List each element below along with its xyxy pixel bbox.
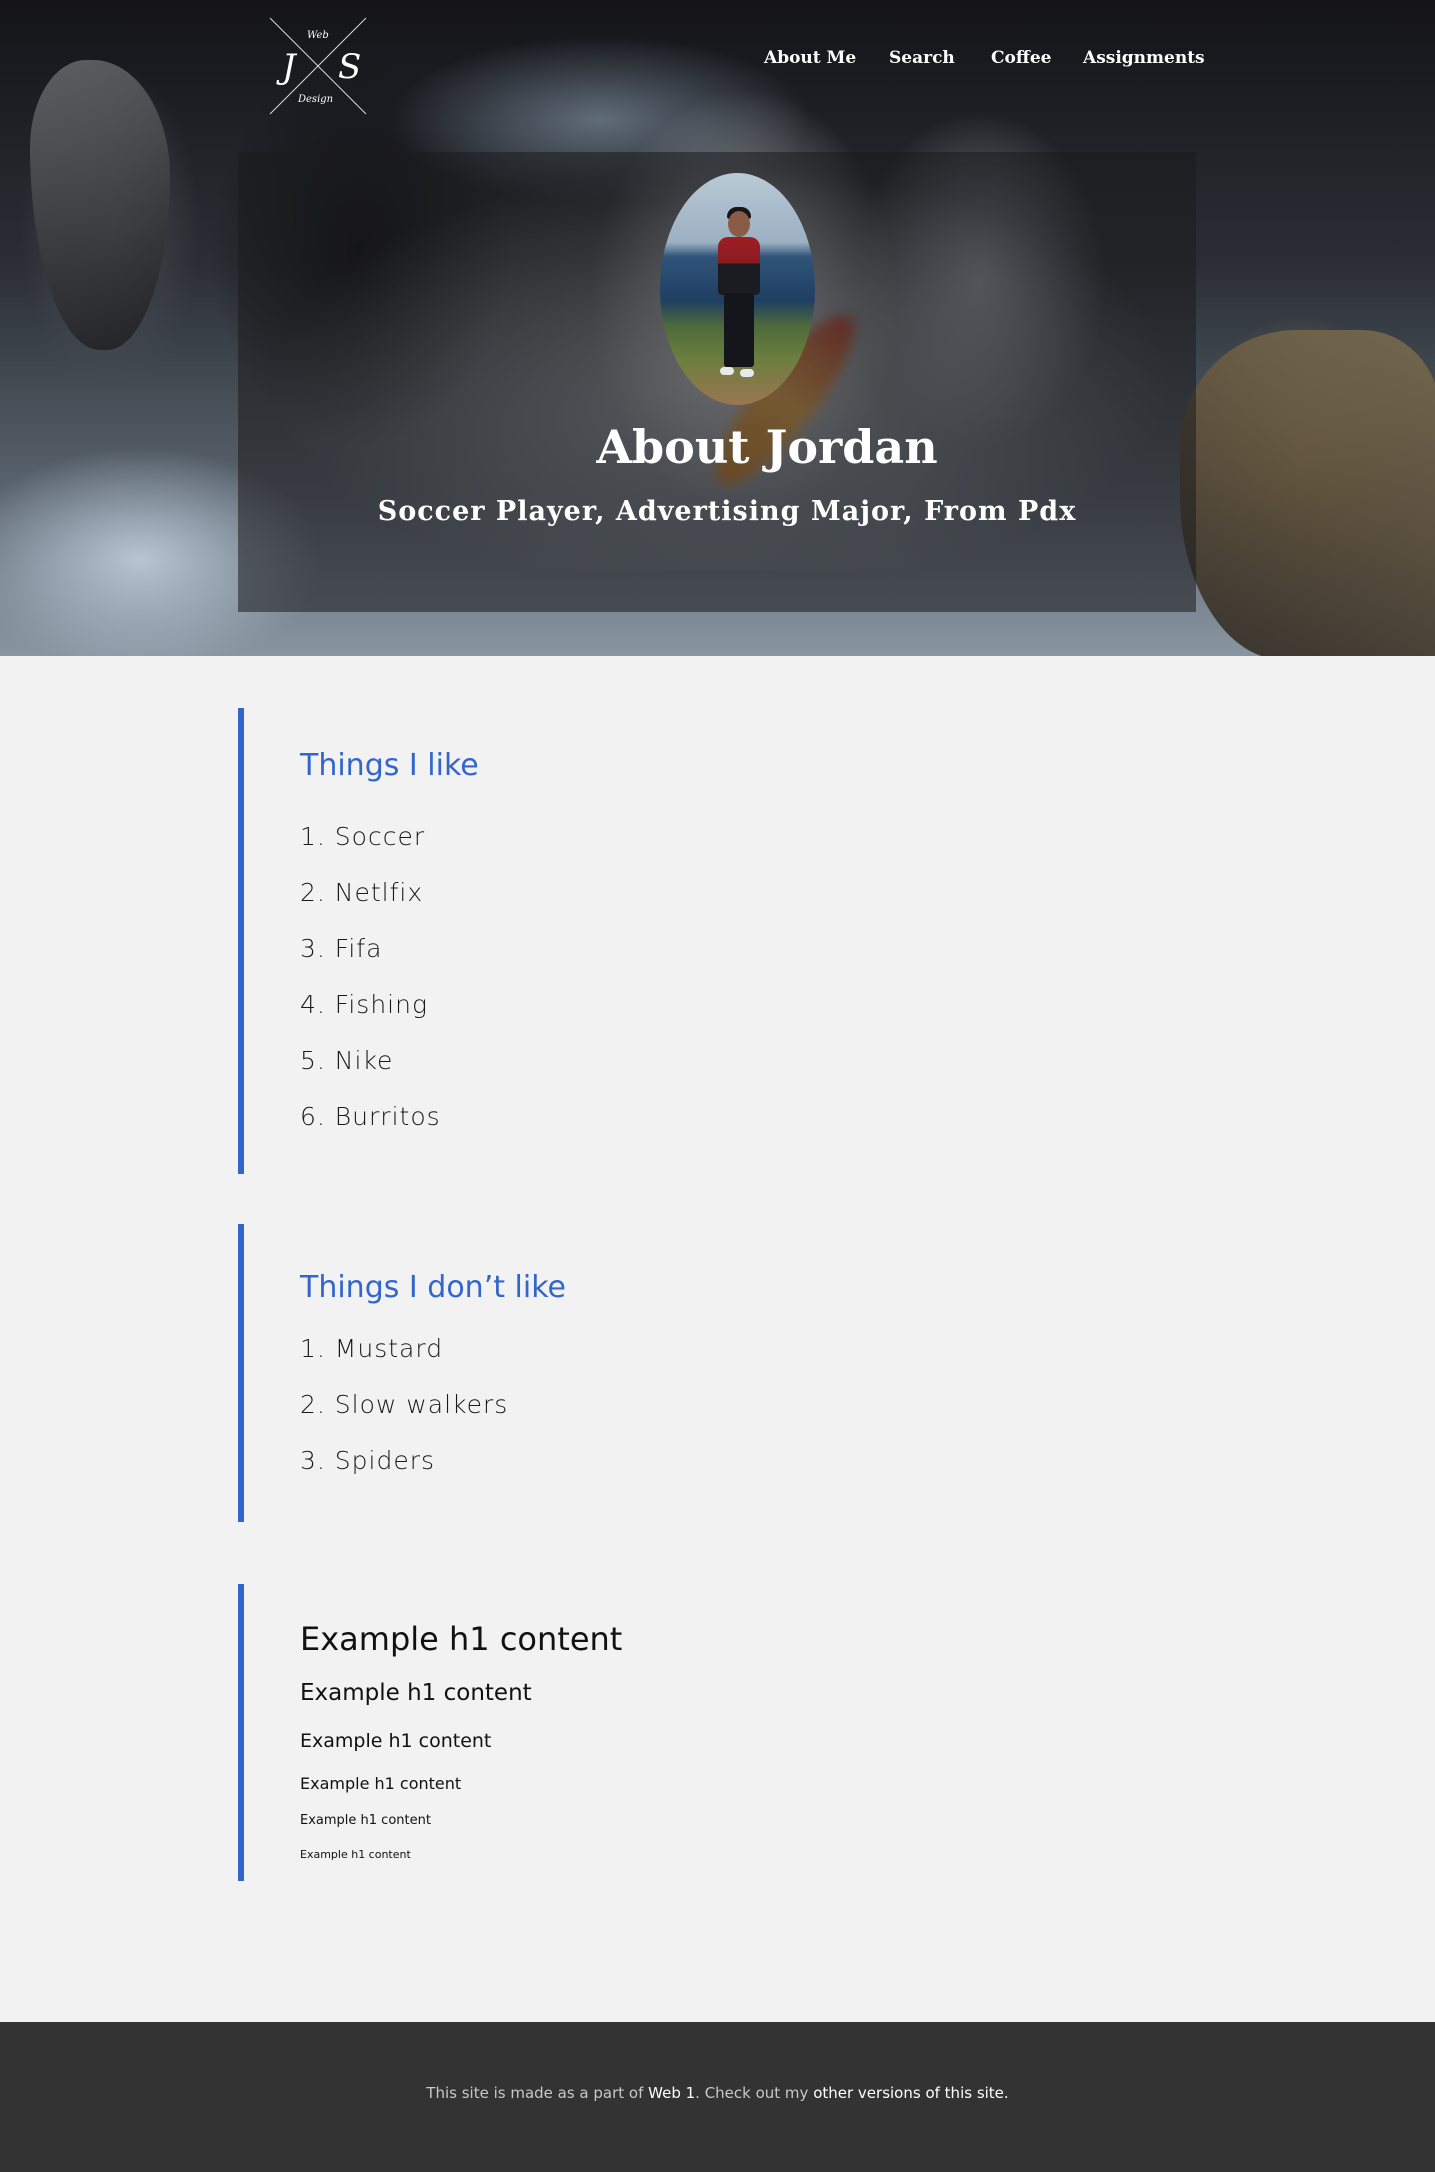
list-item: 3. Spiders [300,1446,436,1475]
list-item: 1. Mustard [300,1334,444,1363]
page-subtitle: Soccer Player, Advertising Major, From P… [377,496,1077,527]
likes-list: 1. Soccer 2. Netlfix 3. Fifa 4. Fishing … [300,822,441,1158]
profile-photo-head [728,211,750,237]
footer-text: This site is made as a part of Web 1. Ch… [0,2084,1435,2102]
footer-text-before: This site is made as a part of [426,2084,649,2102]
hero-banner: J S Web Design About Me Search Coffee As… [0,0,1435,656]
list-item: 1. Soccer [300,822,426,851]
logo-word-top: Web [307,30,329,41]
likes-section: Things I like 1. Soccer 2. Netlfix 3. Fi… [238,708,1196,1174]
likes-heading: Things I like [300,748,479,783]
nav-assignments[interactable]: Assignments [1083,48,1205,68]
heading-examples-section: Example h1 content Example h1 content Ex… [238,1584,1196,1881]
list-item: 2. Netlfix [300,878,424,907]
main-nav: About Me Search Coffee Assignments [0,48,1435,78]
logo-word-bottom: Design [297,94,333,105]
profile-photo-legs [724,293,754,367]
nav-coffee[interactable]: Coffee [991,48,1051,68]
footer-link-other-versions[interactable]: other versions of this site. [813,2084,1008,2102]
nav-search[interactable]: Search [889,48,955,68]
example-heading-4: Example h1 content [300,1774,462,1793]
dislikes-list: 1. Mustard 2. Slow walkers 3. Spiders [300,1334,508,1502]
example-heading-3: Example h1 content [300,1730,492,1752]
profile-photo-shoe [720,367,734,375]
profile-photo-shoe [740,369,754,377]
nav-about-me[interactable]: About Me [764,48,856,68]
example-heading-2: Example h1 content [300,1680,532,1706]
profile-photo-torso [718,237,760,295]
list-item: 6. Burritos [300,1102,441,1131]
list-item: 4. Fishing [300,990,428,1019]
dislikes-section: Things I don’t like 1. Mustard 2. Slow w… [238,1224,1196,1522]
list-item: 5. Nike [300,1046,394,1075]
footer-text-middle: . Check out my [695,2084,814,2102]
example-heading-6: Example h1 content [300,1848,411,1861]
site-footer: This site is made as a part of Web 1. Ch… [0,2022,1435,2172]
footer-link-web1[interactable]: Web 1 [648,2084,695,2102]
dislikes-heading: Things I don’t like [300,1270,566,1305]
list-item: 2. Slow walkers [300,1390,509,1419]
page-title: About Jordan [596,420,938,474]
example-heading-1: Example h1 content [300,1620,623,1658]
hero-background-cliff [1180,330,1435,656]
list-item: 3. Fifa [300,934,383,963]
example-heading-5: Example h1 content [300,1813,431,1828]
hero-background-rock [30,60,170,350]
profile-photo [660,173,815,405]
